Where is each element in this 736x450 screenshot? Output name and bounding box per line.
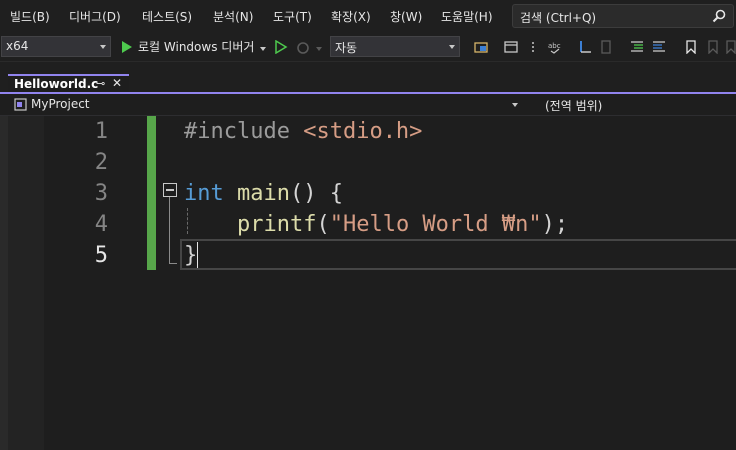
start-without-debugging-icon[interactable]	[274, 40, 288, 54]
line-number: 4	[94, 212, 108, 237]
line-number: 2	[94, 150, 108, 175]
pin-icon[interactable]: ⊸	[96, 77, 105, 90]
platform-dropdown[interactable]: x64	[1, 36, 111, 57]
run-debugger-button[interactable]: 로컬 Windows 디버거	[138, 38, 254, 55]
current-line-highlight	[180, 239, 736, 270]
toolbar-overflow-icon[interactable]	[526, 40, 540, 54]
open-paren: (	[316, 212, 330, 237]
project-icon	[14, 98, 27, 111]
glyph-margin[interactable]	[0, 116, 44, 450]
menu-tools[interactable]: 도구(T)	[273, 8, 312, 25]
document-tab-strip: Helloworld.c ⊸ ✕	[0, 62, 736, 94]
include-header: <stdio.h>	[303, 119, 423, 144]
tab-title: Helloworld.c	[14, 77, 99, 91]
code-editor[interactable]: 1 2 3 4 5 #include <stdio.h> int main() …	[0, 116, 736, 450]
bookmark-icon[interactable]	[684, 40, 698, 54]
previous-bookmark-icon[interactable]	[706, 40, 720, 54]
bookmark-list-icon[interactable]	[600, 40, 614, 54]
play-icon[interactable]	[120, 40, 134, 54]
chevron-down-icon	[449, 45, 455, 49]
hot-reload-icon[interactable]	[296, 40, 310, 54]
project-name: MyProject	[31, 97, 90, 111]
comment-lines-icon[interactable]	[630, 40, 644, 54]
toolbar: x64 로컬 Windows 디버거 자동 abc	[0, 32, 736, 62]
function-signature: () {	[289, 181, 343, 206]
next-bookmark-icon[interactable]	[724, 40, 736, 54]
fold-region-end	[169, 263, 177, 264]
run-dropdown-chevron-icon[interactable]	[260, 47, 266, 51]
text-caret	[197, 242, 198, 268]
uncomment-lines-icon[interactable]	[652, 40, 666, 54]
menu-help[interactable]: 도움말(H)	[441, 8, 493, 25]
tab-helloworld-c[interactable]: Helloworld.c ⊸ ✕	[8, 74, 129, 94]
line-number: 1	[94, 119, 108, 144]
keyword-int: int	[184, 181, 224, 206]
menu-window[interactable]: 창(W)	[390, 8, 422, 25]
search-icon[interactable]	[712, 9, 726, 23]
window-layout-icon[interactable]	[504, 40, 518, 54]
project-dropdown[interactable]: MyProject	[10, 96, 522, 114]
search-placeholder: 검색 (Ctrl+Q)	[520, 11, 597, 25]
scope-value: (전역 범위)	[545, 99, 603, 113]
cursor-select-icon[interactable]	[578, 40, 592, 54]
code-line-1[interactable]: #include <stdio.h>	[184, 116, 422, 147]
navigation-bar: MyProject (전역 범위)	[0, 94, 736, 116]
scope-dropdown[interactable]: (전역 범위)	[527, 96, 736, 114]
config-value: 자동	[335, 41, 358, 55]
line-number: 3	[94, 181, 108, 206]
code-line-4[interactable]: printf("Hello World ₩n");	[184, 209, 568, 240]
fold-region-line	[169, 197, 170, 264]
printf-call: printf	[236, 212, 317, 237]
menu-analyze[interactable]: 분석(N)	[213, 8, 253, 25]
change-tracking-bar	[147, 116, 156, 270]
closing-brace: }	[184, 243, 198, 268]
code-line-5[interactable]: }	[184, 240, 197, 271]
search-input[interactable]: 검색 (Ctrl+Q)	[512, 4, 734, 28]
close-paren: );	[541, 212, 569, 237]
chevron-down-icon	[512, 103, 518, 107]
menu-extensions[interactable]: 확장(X)	[331, 8, 371, 25]
menu-debug[interactable]: 디버그(D)	[69, 8, 121, 25]
close-icon[interactable]: ✕	[112, 76, 122, 90]
code-line-3[interactable]: int main() {	[184, 178, 343, 209]
menu-bar: 빌드(B) 디버그(D) 테스트(S) 분석(N) 도구(T) 확장(X) 창(…	[0, 0, 736, 32]
hot-reload-chevron-icon[interactable]	[316, 47, 322, 51]
line-number-current: 5	[94, 243, 108, 268]
function-name: main	[237, 181, 290, 206]
config-dropdown[interactable]: 자동	[330, 36, 460, 57]
menu-test[interactable]: 테스트(S)	[142, 8, 192, 25]
platform-value: x64	[6, 39, 29, 53]
preprocessor-directive: #include	[184, 119, 290, 144]
collapse-toggle-icon[interactable]	[163, 183, 177, 197]
string-literal: "Hello World ₩n"	[329, 212, 542, 237]
menu-build[interactable]: 빌드(B)	[10, 8, 50, 25]
spell-check-icon[interactable]: abc	[548, 40, 562, 54]
folder-icon[interactable]	[474, 40, 488, 54]
chevron-down-icon	[100, 45, 106, 49]
